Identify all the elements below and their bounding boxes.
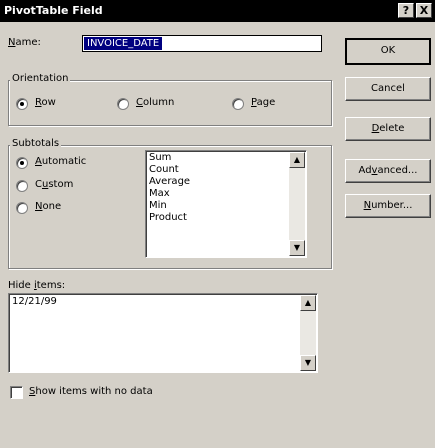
name-input-value: INVOICE_DATE (84, 37, 163, 50)
scroll-up-icon[interactable]: ▲ (300, 295, 316, 311)
hide-items-list[interactable]: 12/21/99 ▲ ▼ (8, 293, 318, 373)
scroll-up-icon[interactable]: ▲ (289, 152, 305, 168)
subtotals-title: Subtotals (10, 138, 62, 149)
orientation-row-radio[interactable] (16, 98, 28, 110)
close-button[interactable]: X (416, 3, 432, 18)
help-icon: ? (402, 4, 410, 17)
orientation-row-label[interactable]: Row (35, 97, 56, 108)
cancel-button[interactable]: Cancel (345, 77, 431, 101)
delete-button[interactable]: Delete (345, 117, 431, 141)
subtotals-automatic-label[interactable]: Automatic (35, 156, 86, 167)
show-items-no-data-label[interactable]: Show items with no data (29, 386, 153, 397)
hide-items-scrollbar[interactable]: ▲ ▼ (300, 295, 316, 371)
orientation-page-radio[interactable] (232, 98, 244, 110)
subtotals-automatic-radio[interactable] (16, 157, 28, 169)
list-item[interactable]: Sum (149, 152, 171, 163)
subtotals-custom-label[interactable]: Custom (35, 179, 73, 190)
list-item[interactable]: Max (149, 188, 170, 199)
subtotals-function-list[interactable]: Sum Count Average Max Min Product ▲ ▼ (145, 150, 307, 258)
name-label: Name: (8, 37, 41, 48)
list-item[interactable]: Count (149, 164, 179, 175)
name-input[interactable]: INVOICE_DATE (82, 35, 322, 52)
number-button[interactable]: Number... (345, 194, 431, 218)
hide-items-label: Hide items: (8, 280, 66, 291)
orientation-page-label[interactable]: Page (251, 97, 275, 108)
orientation-title: Orientation (10, 73, 71, 84)
window-title: PivotTable Field (4, 4, 103, 17)
pivottable-field-dialog: PivotTable Field ? X Name: INVOICE_DATE … (0, 0, 435, 448)
list-item[interactable]: Product (149, 212, 187, 223)
subtotals-scrollbar[interactable]: ▲ ▼ (289, 152, 305, 256)
show-items-no-data-checkbox[interactable] (10, 386, 23, 399)
list-item[interactable]: Min (149, 200, 167, 211)
orientation-column-radio[interactable] (117, 98, 129, 110)
orientation-column-label[interactable]: Column (136, 97, 174, 108)
ok-button[interactable]: OK (345, 38, 431, 65)
subtotals-none-label[interactable]: None (35, 201, 61, 212)
subtotals-none-radio[interactable] (16, 202, 28, 214)
close-icon: X (419, 4, 429, 17)
title-bar[interactable]: PivotTable Field ? X (0, 0, 435, 22)
scroll-down-icon[interactable]: ▼ (289, 240, 305, 256)
subtotals-custom-radio[interactable] (16, 180, 28, 192)
help-button[interactable]: ? (398, 3, 414, 18)
list-item[interactable]: Average (149, 176, 190, 187)
scroll-down-icon[interactable]: ▼ (300, 355, 316, 371)
list-item[interactable]: 12/21/99 (12, 296, 57, 307)
advanced-button[interactable]: Advanced... (345, 159, 431, 183)
